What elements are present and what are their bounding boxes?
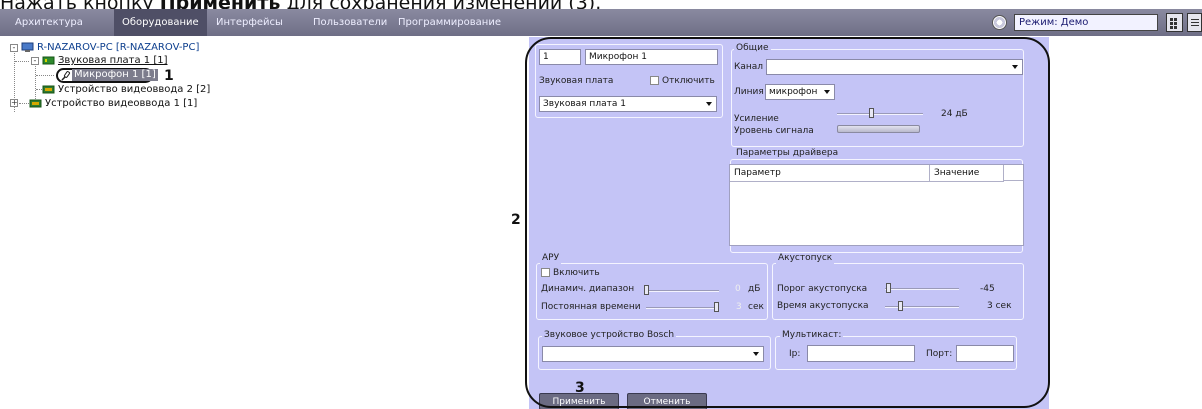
menu-icon [1191, 19, 1199, 26]
gain-value: 24 дБ [941, 109, 968, 119]
settings-panel: 1 Микрофон 1 Звуковая плата Отключить Зв… [529, 37, 1049, 409]
agc-title: АРУ [540, 253, 562, 264]
ip-label: Ip: [789, 349, 801, 359]
vox-threshold-slider-track[interactable] [885, 288, 959, 290]
channel-label: Канал [734, 62, 764, 72]
collapse-icon[interactable]: - [31, 57, 39, 65]
gain-label: Усиление [734, 114, 779, 124]
bosch-title: Звуковое устройство Bosch [542, 330, 677, 341]
time-constant-label: Постоянная времени [541, 302, 641, 312]
tree-microphone[interactable]: Микрофон 1 [1] [72, 69, 158, 81]
vox-time-slider-track[interactable] [885, 306, 959, 308]
apply-button[interactable]: Применить [539, 393, 619, 409]
tab-equipment[interactable]: Оборудование [114, 9, 207, 36]
agc-enable-label: Включить [553, 268, 600, 278]
mode-field[interactable]: Режим: Демо [1014, 14, 1158, 31]
time-constant-slider-thumb[interactable] [714, 302, 719, 312]
object-name-field[interactable]: Микрофон 1 [585, 49, 718, 65]
expand-icon[interactable]: + [10, 99, 18, 107]
time-constant-unit: сек [748, 302, 764, 312]
marker-2: 2 [511, 212, 521, 228]
tab-interfaces[interactable]: Интерфейсы [216, 9, 283, 36]
cancel-button[interactable]: Отменить [627, 393, 707, 409]
layout-grid-button[interactable] [1166, 13, 1183, 32]
multicast-title: Мультикаст: [780, 330, 844, 341]
param-column-header[interactable]: Параметр [730, 165, 930, 182]
line-label: Линия [734, 87, 764, 97]
grid-icon [1170, 18, 1177, 29]
port-label: Порт: [926, 349, 953, 359]
vox-time-slider-thumb[interactable] [898, 301, 903, 311]
vox-threshold-slider-thumb[interactable] [886, 283, 891, 293]
collapse-icon[interactable]: - [10, 44, 18, 52]
dynamic-range-label: Динамич. диапазон [541, 284, 635, 294]
ip-field[interactable] [807, 345, 915, 362]
disable-label: Отключить [662, 76, 715, 86]
tab-programming[interactable]: Программирование [398, 9, 501, 36]
bosch-device-select[interactable] [542, 346, 764, 362]
signal-level-meter [837, 125, 920, 133]
tree-video-input-2[interactable]: Устройство видеоввода 2 [2] [58, 84, 210, 96]
dynamic-range-slider-track[interactable] [646, 290, 719, 292]
tree-sound-card[interactable]: Звуковая плата 1 [1] [58, 55, 168, 67]
dynamic-range-slider-thumb[interactable] [644, 285, 649, 295]
vox-threshold-label: Порог акустопуска [777, 284, 868, 294]
signal-level-label: Уровень сигнала [734, 126, 814, 136]
tree-video-input-1[interactable]: Устройство видеоввода 1 [1] [45, 98, 197, 110]
equipment-tree: - R-NAZAROV-PC [R-NAZAROV-PC] - Звуковая… [8, 40, 528, 130]
sound-card-select[interactable]: Звуковая плата 1 [539, 96, 717, 112]
top-menu-bar: Архитектура Оборудование Интерфейсы Поль… [0, 9, 1202, 36]
tab-users[interactable]: Пользователи [313, 9, 387, 36]
disable-checkbox[interactable] [650, 76, 659, 85]
vox-title: Акустопуск [776, 253, 835, 264]
video-input-icon [29, 99, 42, 108]
driver-params-table[interactable]: Параметр Значение [729, 164, 1024, 246]
line-value: микрофон [769, 87, 818, 97]
driver-params-title: Параметры драйвера [734, 148, 841, 159]
sound-card-icon [42, 56, 55, 65]
object-id-field[interactable]: 1 [539, 49, 581, 65]
dynamic-range-unit: дБ [748, 284, 761, 294]
gain-slider-track[interactable] [837, 113, 923, 115]
computer-icon [21, 42, 34, 52]
chevron-down-icon [824, 90, 830, 94]
value-column-header[interactable]: Значение [930, 165, 1004, 182]
marker-1: 1 [164, 68, 174, 84]
vox-time-label: Время акустопуска [777, 301, 869, 311]
chevron-down-icon [706, 102, 712, 106]
dynamic-range-value: 0 [735, 284, 741, 294]
agc-enable-checkbox[interactable] [541, 268, 550, 277]
port-field[interactable] [956, 345, 1014, 362]
general-title: Общие [734, 43, 771, 54]
time-constant-value: 3 [736, 302, 742, 312]
channel-select[interactable] [766, 59, 1023, 75]
sound-card-label: Звуковая плата [539, 76, 614, 86]
vox-time-value: 3 сек [987, 301, 1012, 311]
gain-slider-thumb[interactable] [869, 108, 874, 118]
time-constant-slider-track[interactable] [646, 307, 716, 309]
menu-button[interactable] [1187, 13, 1202, 32]
chevron-down-icon [753, 352, 759, 356]
vox-threshold-value: -45 [980, 284, 995, 294]
line-select[interactable]: микрофон [765, 84, 835, 100]
video-input-icon [42, 85, 55, 94]
tree-computer[interactable]: R-NAZAROV-PC [R-NAZAROV-PC] [37, 42, 199, 54]
microphone-icon [61, 71, 71, 81]
chevron-down-icon [1012, 65, 1018, 69]
tab-architecture[interactable]: Архитектура [15, 9, 83, 36]
sound-card-value: Звуковая плата 1 [543, 99, 626, 109]
mode-gear-icon[interactable] [992, 15, 1007, 30]
